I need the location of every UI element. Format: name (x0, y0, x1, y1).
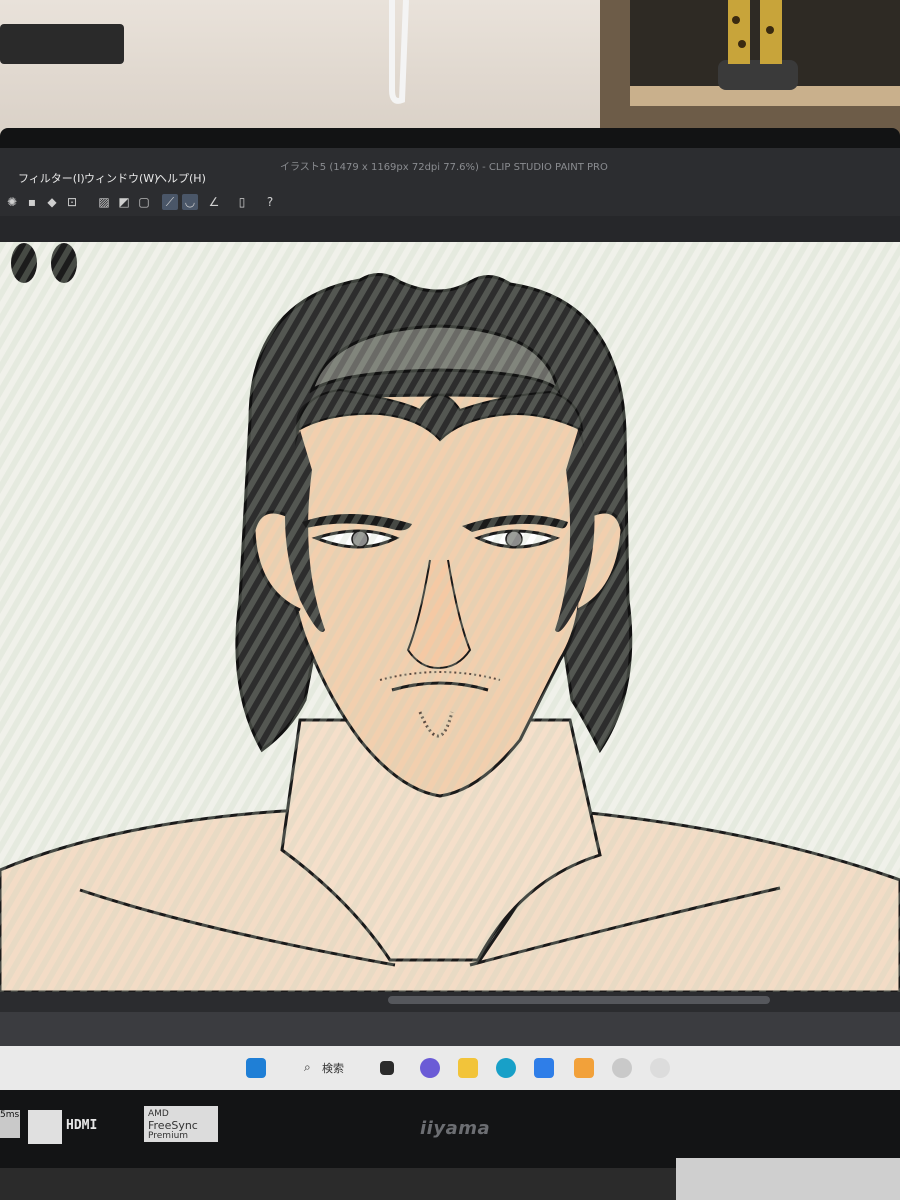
pen-icon[interactable]: ⟋ (162, 194, 178, 210)
menu-help[interactable]: ヘルプ(H) (156, 170, 206, 186)
fill-icon[interactable]: ◆ (44, 194, 60, 210)
horizontal-scrollbar[interactable] (388, 996, 770, 1004)
brand-logo: iiyama (420, 1118, 491, 1139)
menu-filter[interactable]: フィルター(I) (18, 170, 85, 186)
freesync-label: FreeSync (148, 1119, 198, 1132)
illustration (0, 243, 900, 992)
transform-icon[interactable]: ⊡ (64, 194, 80, 210)
sub-toolbar (0, 216, 900, 242)
bottom-panel (0, 1012, 900, 1046)
qr-code (28, 1110, 62, 1144)
freesync-sub: Premium (148, 1131, 189, 1141)
brush-preview-2 (51, 243, 77, 283)
help-icon[interactable]: ? (262, 194, 278, 210)
taskbar-search[interactable]: 検索 (322, 1060, 344, 1076)
iris-right (505, 530, 523, 548)
desk-item (676, 1158, 900, 1200)
corner-icon[interactable]: ∠ (206, 194, 222, 210)
drawing-canvas[interactable] (0, 242, 900, 992)
ruler-2-icon[interactable]: ◩ (116, 194, 132, 210)
phone-icon[interactable]: ▯ (234, 194, 250, 210)
corner-label: 5ms (0, 1110, 20, 1120)
brush-icon[interactable]: ◡ (182, 194, 198, 210)
iris-left (351, 530, 369, 548)
windows-start-icon[interactable] (246, 1058, 266, 1078)
search-icon[interactable]: ⌕ (304, 1060, 311, 1075)
taskbar (0, 1046, 900, 1090)
ruler-icon[interactable]: ▨ (96, 194, 112, 210)
hdmi-label: HDMI (66, 1118, 98, 1133)
menubar: フィルター(I) ウィンドウ(W) ヘルプ(H) (0, 170, 900, 190)
toolbar: ✺ ▪ ◆ ⊡ ▨ ◩ ▢ ⟋ ◡ ∠ ▯ ? (0, 190, 900, 216)
clip-studio-icon[interactable] (612, 1058, 632, 1078)
menu-window[interactable]: ウィンドウ(W) (84, 170, 158, 186)
edge-icon[interactable] (496, 1058, 516, 1078)
figurine (718, 0, 798, 90)
loading-icon[interactable]: ✺ (4, 194, 20, 210)
app-icon[interactable] (574, 1058, 594, 1078)
corner-sticker: 5ms (0, 1110, 20, 1138)
ruler-3-icon[interactable]: ▢ (136, 194, 152, 210)
layer-icon[interactable]: ▪ (24, 194, 40, 210)
store-icon[interactable] (534, 1058, 554, 1078)
file-explorer-icon[interactable] (458, 1058, 478, 1078)
cable (389, 0, 409, 104)
freesync-sticker: AMD FreeSync Premium (144, 1106, 218, 1142)
chat-icon[interactable] (420, 1058, 440, 1078)
brush-preview-1 (11, 243, 37, 283)
clip-studio-paint-icon[interactable] (650, 1058, 670, 1078)
dark-object (0, 24, 124, 64)
task-view-icon[interactable] (380, 1061, 394, 1075)
